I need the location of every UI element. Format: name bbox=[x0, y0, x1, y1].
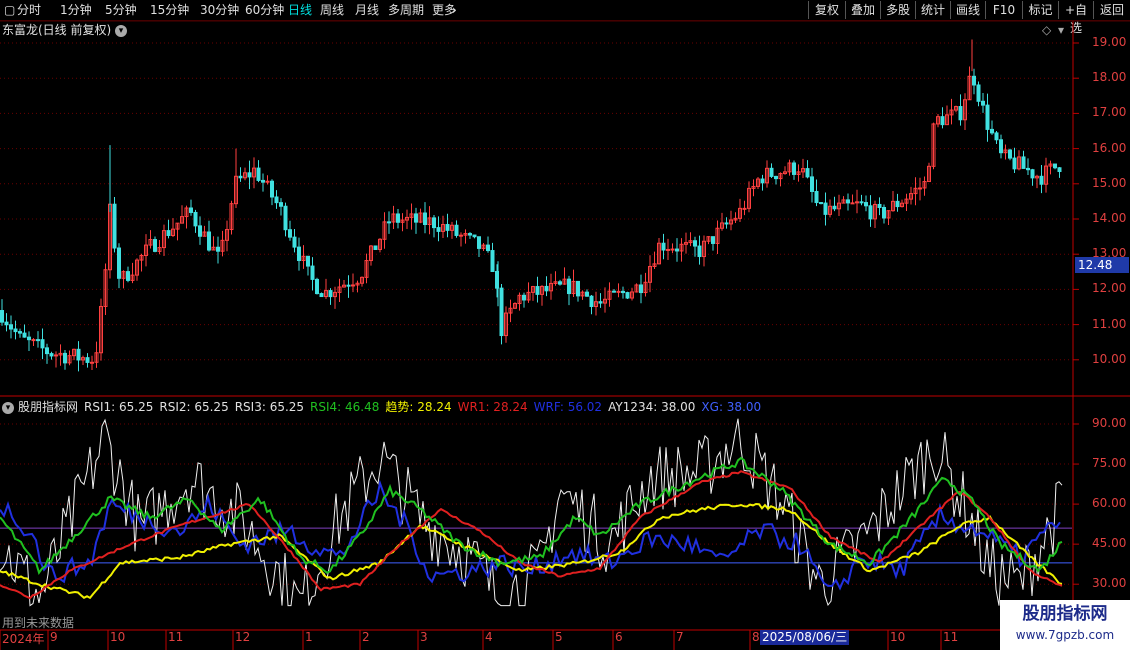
current-price-tag: 12.48 bbox=[1075, 257, 1129, 273]
indicator-tick-label: 30.00 bbox=[1092, 576, 1127, 591]
date-axis-label: 1 bbox=[305, 630, 313, 644]
date-axis-label: 10 bbox=[890, 630, 906, 644]
price-tick-label: 18.00 bbox=[1092, 70, 1127, 85]
future-data-note: 用到未来数据 bbox=[2, 616, 75, 630]
date-axis-label: 11 bbox=[943, 630, 959, 644]
date-axis-label: 4 bbox=[485, 630, 493, 644]
indicator-name[interactable]: 股朋指标网 bbox=[18, 400, 78, 414]
indicator-value: AY1234: 38.00 bbox=[608, 400, 696, 414]
price-tick-label: 19.00 bbox=[1092, 35, 1127, 49]
chevron-down-icon[interactable]: ▾ bbox=[2, 401, 14, 414]
indicator-value: RSI2: 65.25 bbox=[159, 400, 229, 414]
rsi-white-line bbox=[0, 418, 1063, 607]
indicator-legend: ▾ 股朋指标网 RSI1: 65.25 RSI2: 65.25 RSI3: 65.25 R… bbox=[2, 398, 767, 415]
indicator-tick-label: 90.00 bbox=[1092, 416, 1127, 430]
date-axis-label: 11 bbox=[168, 630, 184, 644]
date-axis-label: 6 bbox=[615, 630, 623, 644]
price-tick-label: 11.00 bbox=[1092, 316, 1127, 331]
watermark-title: 股朋指标网 bbox=[1022, 604, 1108, 624]
indicator-value: WRF: 56.02 bbox=[533, 400, 603, 414]
indicator-value: XG: 38.00 bbox=[701, 400, 762, 414]
price-tick-label: 16.00 bbox=[1092, 140, 1127, 155]
indicator-tick-label: 45.00 bbox=[1092, 536, 1127, 551]
indicator-value: RSI4: 46.48 bbox=[310, 400, 380, 414]
date-axis-label: 3 bbox=[420, 630, 428, 644]
price-tick-label: 10.00 bbox=[1092, 351, 1127, 366]
date-axis-label: 2024年 bbox=[2, 632, 45, 646]
watermark: 股朋指标网 www.7gpzb.com bbox=[1000, 600, 1130, 650]
price-tick-label: 15.00 bbox=[1092, 175, 1127, 190]
price-tick-label: 17.00 bbox=[1092, 105, 1127, 120]
date-axis-label: 12 bbox=[235, 630, 251, 644]
date-axis-label: 7 bbox=[676, 630, 684, 644]
indicator-value: RSI1: 65.25 bbox=[84, 400, 154, 414]
date-axis-label: 2 bbox=[362, 630, 370, 644]
indicator-tick-label: 75.00 bbox=[1092, 456, 1127, 471]
crosshair-date: 2025/08/06/三 bbox=[760, 630, 850, 645]
price-tick-label: 14.00 bbox=[1092, 211, 1127, 225]
trend-yellow-line bbox=[0, 502, 1063, 600]
price-tick-label: 12.00 bbox=[1092, 281, 1127, 296]
rsi4-green-line bbox=[0, 456, 1063, 575]
indicator-chart[interactable] bbox=[0, 0, 1072, 650]
date-axis-label: 9 bbox=[50, 630, 58, 644]
date-axis-label: 10 bbox=[110, 630, 126, 644]
date-axis-label: 8 bbox=[752, 630, 760, 644]
indicator-value: WR1: 28.24 bbox=[457, 400, 528, 414]
watermark-url: www.7gpzb.com bbox=[1015, 628, 1115, 642]
wr1-red-line bbox=[0, 470, 1063, 600]
indicator-value: RSI3: 65.25 bbox=[234, 400, 305, 414]
date-axis-label: 5 bbox=[555, 630, 563, 644]
indicator-tick-label: 60.00 bbox=[1092, 496, 1127, 511]
indicator-value: 趋势: 28.24 bbox=[385, 400, 452, 414]
